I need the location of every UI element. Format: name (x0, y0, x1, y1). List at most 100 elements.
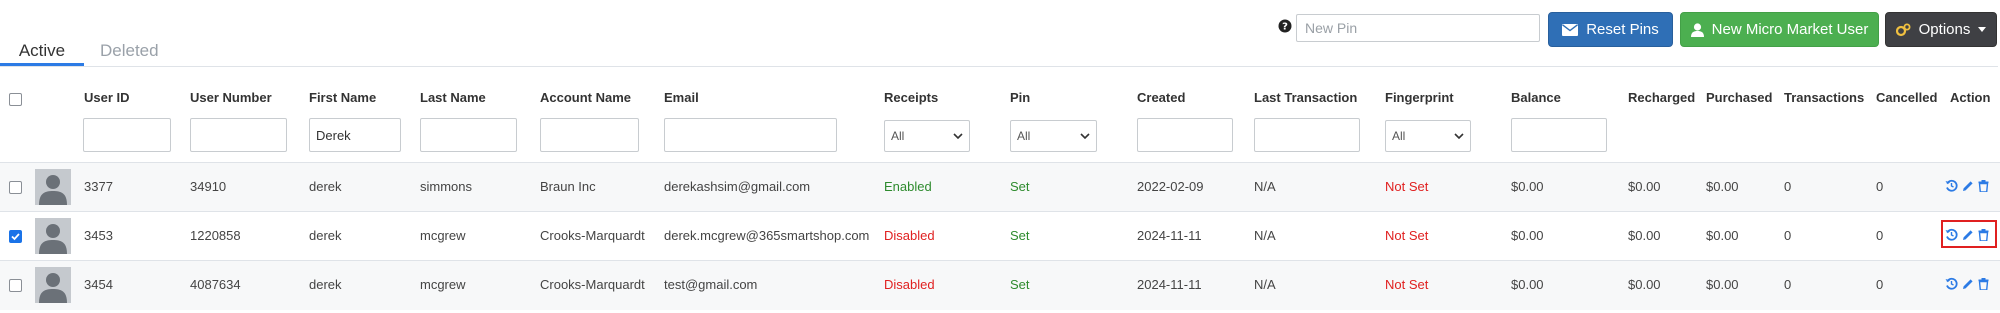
fingerprint-filter-value: All (1392, 129, 1406, 143)
cell-purchased: $0.00 (1706, 277, 1739, 292)
avatar (35, 267, 71, 303)
tab-deleted[interactable]: Deleted (100, 38, 159, 64)
pin-filter-select[interactable]: All (1010, 120, 1097, 152)
cell-receipts: Enabled (884, 179, 932, 194)
svg-text:?: ? (1282, 22, 1288, 33)
header-recharged[interactable]: Recharged (1628, 90, 1695, 105)
header-account-name[interactable]: Account Name (540, 90, 631, 105)
last-name-filter[interactable] (420, 118, 517, 152)
options-label: Options (1918, 21, 1971, 38)
reset-pins-button[interactable]: Reset Pins (1548, 12, 1673, 47)
row-actions (1945, 277, 1989, 290)
cell-first-name: derek (309, 277, 342, 292)
header-transactions[interactable]: Transactions (1784, 90, 1864, 105)
chevron-down-icon (1080, 133, 1090, 139)
cell-account-name: Crooks-Marquardt (540, 228, 645, 243)
pencil-icon[interactable] (1962, 278, 1974, 290)
table-row[interactable]: 3377 34910 derek simmons Braun Inc derekashsi… (0, 162, 2000, 212)
new-pin-input[interactable] (1296, 14, 1540, 42)
cell-pin: Set (1010, 228, 1030, 243)
cell-receipts: Disabled (884, 228, 935, 243)
chevron-down-icon (953, 133, 963, 139)
header-action: Action (1950, 90, 1991, 105)
cell-cancelled: 0 (1876, 277, 1884, 292)
new-micro-market-user-button[interactable]: New Micro Market User (1680, 12, 1879, 47)
table-header: User ID User Number First Name Last Name… (0, 84, 2000, 112)
header-purchased[interactable]: Purchased (1706, 90, 1772, 105)
header-fingerprint[interactable]: Fingerprint (1385, 90, 1454, 105)
row-checkbox[interactable] (9, 181, 22, 194)
table-row[interactable]: 3454 4087634 derek mcgrew Crooks-Marquardt te… (0, 260, 2000, 310)
history-icon[interactable] (1945, 179, 1958, 192)
row-checkbox[interactable] (9, 230, 22, 243)
cell-cancelled: 0 (1876, 228, 1884, 243)
question-circle-icon[interactable]: ? (1278, 19, 1292, 33)
header-first-name[interactable]: First Name (309, 90, 376, 105)
created-filter[interactable] (1137, 118, 1233, 152)
receipts-filter-select[interactable]: All (884, 120, 970, 152)
pin-filter-value: All (1017, 129, 1031, 143)
header-email[interactable]: Email (664, 90, 699, 105)
header-created[interactable]: Created (1137, 90, 1185, 105)
user-number-filter[interactable] (190, 118, 287, 152)
cell-fingerprint: Not Set (1385, 179, 1429, 194)
cell-pin: Set (1010, 179, 1030, 194)
header-receipts[interactable]: Receipts (884, 90, 938, 105)
cell-user-number: 4087634 (190, 277, 241, 292)
user-id-filter[interactable] (83, 118, 171, 152)
avatar (35, 169, 71, 205)
options-dropdown-button[interactable]: Options (1885, 12, 1997, 47)
row-checkbox[interactable] (9, 279, 22, 292)
cell-account-name: Braun Inc (540, 179, 596, 194)
last-transaction-filter[interactable] (1254, 118, 1360, 152)
cell-last-name: mcgrew (420, 228, 466, 243)
trash-icon[interactable] (1978, 179, 1989, 192)
cell-purchased: $0.00 (1706, 228, 1739, 243)
header-user-id[interactable]: User ID (84, 90, 130, 105)
history-icon[interactable] (1945, 277, 1958, 290)
cell-balance: $0.00 (1511, 179, 1544, 194)
avatar (35, 218, 71, 254)
email-filter[interactable] (664, 118, 837, 152)
select-all-checkbox[interactable] (9, 93, 22, 106)
fingerprint-filter-select[interactable]: All (1385, 120, 1471, 152)
cell-email: derekashsim@gmail.com (664, 179, 811, 194)
trash-icon[interactable] (1978, 277, 1989, 290)
header-balance[interactable]: Balance (1511, 90, 1561, 105)
reset-pins-label: Reset Pins (1586, 21, 1659, 38)
cell-fingerprint: Not Set (1385, 228, 1429, 243)
cell-email: test@gmail.com (664, 277, 758, 292)
envelope-icon (1562, 23, 1579, 36)
pencil-icon[interactable] (1962, 180, 1974, 192)
header-last-transaction[interactable]: Last Transaction (1254, 90, 1357, 105)
cell-user-id: 3454 (84, 277, 113, 292)
cell-created: 2022-02-09 (1137, 179, 1204, 194)
balance-filter[interactable] (1511, 118, 1607, 152)
new-user-label: New Micro Market User (1711, 21, 1869, 38)
cell-transactions: 0 (1784, 228, 1792, 243)
header-cancelled[interactable]: Cancelled (1876, 90, 1937, 105)
cell-last-transaction: N/A (1254, 277, 1276, 292)
filter-row: All All All (0, 118, 2000, 162)
receipts-filter-value: All (891, 129, 905, 143)
first-name-filter[interactable] (309, 118, 401, 152)
account-name-filter[interactable] (540, 118, 639, 152)
highlight-box (1941, 220, 1997, 248)
cell-created: 2024-11-11 (1137, 277, 1202, 292)
cell-pin: Set (1010, 277, 1030, 292)
cell-created: 2024-11-11 (1137, 228, 1202, 243)
header-last-name[interactable]: Last Name (420, 90, 486, 105)
cell-receipts: Disabled (884, 277, 935, 292)
cell-transactions: 0 (1784, 179, 1792, 194)
cell-last-transaction: N/A (1254, 179, 1276, 194)
cell-user-id: 3377 (84, 179, 113, 194)
table-row[interactable]: 3453 1220858 derek mcgrew Crooks-Marquardt de… (0, 211, 2000, 261)
cell-user-number: 1220858 (190, 228, 241, 243)
tab-active[interactable]: Active (0, 38, 84, 66)
chevron-down-icon (1454, 133, 1464, 139)
cell-purchased: $0.00 (1706, 179, 1739, 194)
header-pin[interactable]: Pin (1010, 90, 1030, 105)
header-user-number[interactable]: User Number (190, 90, 272, 105)
gears-icon (1895, 23, 1911, 36)
cell-fingerprint: Not Set (1385, 277, 1429, 292)
